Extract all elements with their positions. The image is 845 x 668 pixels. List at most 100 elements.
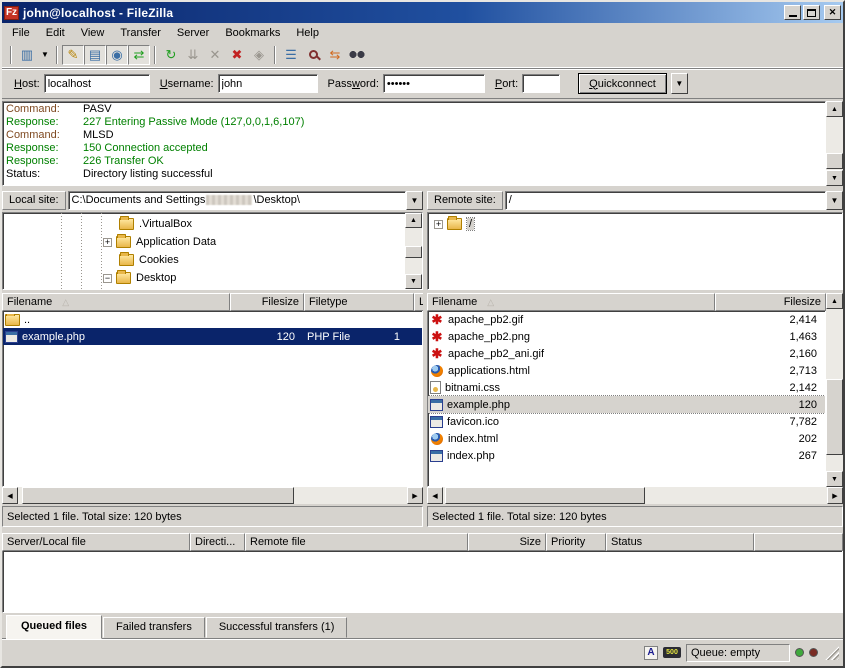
scrollbar-thumb[interactable] xyxy=(22,487,294,504)
filter-button[interactable]: ☰ xyxy=(280,45,302,65)
log-scrollbar[interactable]: ▲ ▼ xyxy=(826,101,843,186)
toggle-message-log-button[interactable]: ✎ xyxy=(62,45,84,65)
column-filename[interactable]: Filename△ xyxy=(2,293,230,311)
scroll-down-icon[interactable]: ▼ xyxy=(826,471,843,487)
column-filesize[interactable]: Filesize xyxy=(230,293,304,311)
transfer-type-icon[interactable]: A xyxy=(644,646,658,660)
directory-comparison-button[interactable] xyxy=(302,45,324,65)
menu-bookmarks[interactable]: Bookmarks xyxy=(217,25,288,41)
collapse-minus-icon[interactable]: − xyxy=(103,274,112,283)
menu-file[interactable]: File xyxy=(4,25,38,41)
column-filesize[interactable]: Filesize xyxy=(715,293,826,311)
scroll-left-icon[interactable]: ◀ xyxy=(427,487,443,504)
file-row[interactable]: applications.html2,713 xyxy=(428,362,825,379)
file-row-selected[interactable]: example.php 120 PHP File 1 xyxy=(3,328,422,345)
file-row[interactable]: index.html202 xyxy=(428,430,825,447)
tab-queued-files[interactable]: Queued files xyxy=(6,615,102,639)
column-filename[interactable]: Filename△ xyxy=(427,293,715,311)
scroll-right-icon[interactable]: ▶ xyxy=(407,487,423,504)
toggle-remote-tree-button[interactable]: ◉ xyxy=(106,45,128,65)
file-row[interactable]: ✱apache_pb2_ani.gif2,160 xyxy=(428,345,825,362)
app-icon: Fz xyxy=(4,6,19,20)
title-bar[interactable]: Fz john@localhost - FileZilla ✕ xyxy=(2,2,843,23)
scroll-up-icon[interactable]: ▲ xyxy=(826,101,843,117)
column-last-modified[interactable]: L xyxy=(414,293,423,311)
resize-grip[interactable] xyxy=(825,646,839,660)
column-direction[interactable]: Directi... xyxy=(190,533,245,551)
close-button[interactable]: ✕ xyxy=(824,5,841,20)
file-row[interactable]: ✱apache_pb2.gif2,414 xyxy=(428,311,825,328)
synchronized-browsing-button[interactable]: ⇆ xyxy=(324,45,346,65)
file-row[interactable]: favicon.ico7,782 xyxy=(428,413,825,430)
find-files-button[interactable] xyxy=(346,45,368,65)
expand-plus-icon[interactable]: + xyxy=(103,238,112,247)
column-remote-file[interactable]: Remote file xyxy=(245,533,468,551)
remote-file-list: ✱apache_pb2.gif2,414 ✱apache_pb2.png1,46… xyxy=(427,311,826,487)
column-filetype[interactable]: Filetype xyxy=(304,293,414,311)
menu-transfer[interactable]: Transfer xyxy=(112,25,169,41)
column-size[interactable]: Size xyxy=(468,533,546,551)
scroll-right-icon[interactable]: ▶ xyxy=(827,487,843,504)
remote-path[interactable]: / xyxy=(505,191,826,210)
host-input[interactable] xyxy=(44,74,150,93)
file-row-selected[interactable]: example.php120 xyxy=(428,396,825,413)
remote-horizontal-scrollbar[interactable]: ◀ ▶ xyxy=(427,487,843,504)
scroll-down-icon[interactable]: ▼ xyxy=(826,170,843,186)
menu-edit[interactable]: Edit xyxy=(38,25,73,41)
maximize-button[interactable] xyxy=(803,5,820,20)
tree-item[interactable]: −Desktop xyxy=(3,269,405,287)
cancel-operation-button[interactable]: ✕ xyxy=(204,45,226,65)
scroll-up-icon[interactable]: ▲ xyxy=(405,213,422,228)
tab-failed-transfers[interactable]: Failed transfers xyxy=(103,617,205,638)
tree-item[interactable]: +Application Data xyxy=(3,233,405,251)
file-row[interactable]: .. xyxy=(3,311,422,328)
scrollbar-thumb[interactable] xyxy=(826,379,843,455)
menu-server[interactable]: Server xyxy=(169,25,217,41)
remote-site-dropdown[interactable]: ▼ xyxy=(826,191,843,210)
file-row[interactable]: index.php267 xyxy=(428,447,825,464)
sort-ascending-icon: △ xyxy=(487,297,494,308)
file-row[interactable]: ✱apache_pb2.png1,463 xyxy=(428,328,825,345)
scroll-down-icon[interactable]: ▼ xyxy=(405,274,422,289)
local-tree-scrollbar[interactable]: ▲ ▼ xyxy=(405,213,422,289)
column-priority[interactable]: Priority xyxy=(546,533,606,551)
site-manager-dropdown[interactable]: ▼ xyxy=(38,45,52,65)
local-path[interactable]: C:\Documents and Settings\Desktop\ xyxy=(68,191,406,210)
tree-item[interactable]: .VirtualBox xyxy=(3,215,405,233)
username-input[interactable] xyxy=(218,74,318,93)
speed-limit-icon[interactable]: 500 xyxy=(663,647,681,658)
remote-site-combo[interactable]: / ▼ xyxy=(505,191,843,210)
toggle-local-tree-button[interactable]: ▤ xyxy=(84,45,106,65)
tree-item[interactable]: + / xyxy=(428,215,842,233)
process-queue-button[interactable]: ⇊ xyxy=(182,45,204,65)
toggle-queue-button[interactable]: ⇄ xyxy=(128,45,150,65)
clear-queue-button[interactable]: ◈ xyxy=(248,45,270,65)
quickconnect-button[interactable]: Quickconnect xyxy=(578,73,667,94)
scroll-left-icon[interactable]: ◀ xyxy=(2,487,18,504)
scrollbar-thumb[interactable] xyxy=(405,246,422,258)
local-site-combo[interactable]: C:\Documents and Settings\Desktop\ ▼ xyxy=(68,191,423,210)
scrollbar-thumb[interactable] xyxy=(826,153,843,169)
port-input[interactable] xyxy=(522,74,560,93)
tree-item[interactable]: Cookies xyxy=(3,251,405,269)
scroll-up-icon[interactable]: ▲ xyxy=(826,293,843,309)
quickconnect-dropdown[interactable]: ▼ xyxy=(671,73,688,94)
column-status[interactable]: Status xyxy=(606,533,754,551)
file-row[interactable]: bitnami.css2,142 xyxy=(428,379,825,396)
local-horizontal-scrollbar[interactable]: ◀ ▶ xyxy=(2,487,423,504)
apache-feather-icon: ✱ xyxy=(430,313,444,326)
local-site-dropdown[interactable]: ▼ xyxy=(406,191,423,210)
remote-list-scrollbar[interactable]: ▲ ▼ xyxy=(826,293,843,487)
menu-view[interactable]: View xyxy=(73,25,113,41)
minimize-button[interactable] xyxy=(784,5,801,20)
disconnect-button[interactable]: ✖ xyxy=(226,45,248,65)
scrollbar-thumb[interactable] xyxy=(445,487,645,504)
process-queue-icon: ⇊ xyxy=(188,47,199,63)
expand-plus-icon[interactable]: + xyxy=(434,220,443,229)
tab-successful-transfers[interactable]: Successful transfers (1) xyxy=(206,617,348,638)
column-server-local-file[interactable]: Server/Local file xyxy=(2,533,190,551)
password-input[interactable] xyxy=(383,74,485,93)
site-manager-button[interactable]: ▥ xyxy=(16,45,38,65)
menu-help[interactable]: Help xyxy=(288,25,327,41)
refresh-button[interactable]: ↻ xyxy=(160,45,182,65)
